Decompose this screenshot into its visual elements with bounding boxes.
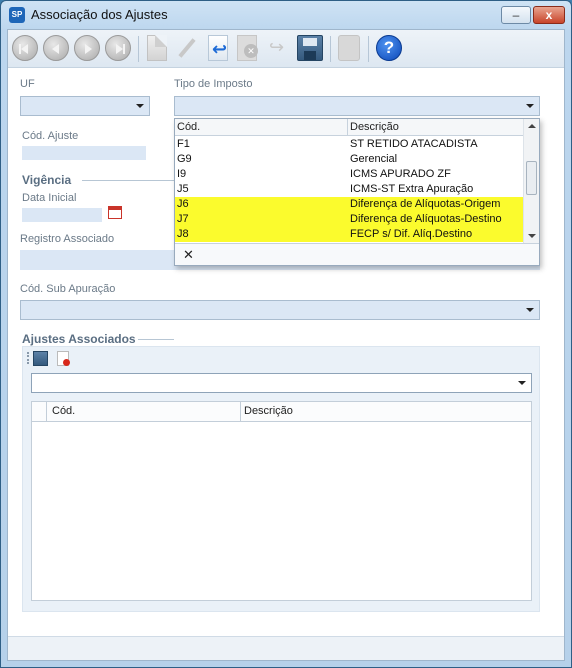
toolbar: ? [8,30,564,68]
uf-select[interactable] [20,96,150,116]
uf-label: UF [20,78,35,90]
chevron-down-icon [526,308,534,312]
dropdown-cell-descricao: Gerencial [350,153,398,165]
form-area: UF Tipo de Imposto Cód. Ajuste Vigência … [8,68,564,660]
dropdown-cell-cod: J5 [177,183,189,195]
status-bar [8,636,564,660]
chevron-down-icon [518,381,526,385]
dropdown-cell-descricao: FECP s/ Dif. Alíq.Destino [350,228,473,240]
dropdown-column-cod: Cód. [177,121,201,133]
dropdown-cell-descricao: ICMS-ST Extra Apuração [350,183,474,195]
client-area: ? UF Tipo de Imposto Cód. Ajuste Vigênci… [7,29,565,661]
app-icon: SP [9,7,25,23]
cod-sub-apuracao-select[interactable] [20,300,540,320]
dropdown-cell-descricao: ST RETIDO ATACADISTA [350,138,478,150]
dropdown-row[interactable]: J7 Diferença de Alíquotas-Destino [175,212,523,227]
first-record-icon[interactable] [12,35,38,61]
dropdown-row[interactable]: J5 ICMS-ST Extra Apuração [175,182,523,197]
toolbar-separator [138,36,139,62]
column-header-cod[interactable]: Cód. [52,405,75,417]
dropdown-column-descricao: Descrição [350,121,399,133]
chevron-down-icon [526,104,534,108]
window-title: Associação dos Ajustes [31,7,168,22]
previous-record-icon[interactable] [43,35,69,61]
ajustes-associados-section-title: Ajustes Associados [22,332,136,346]
close-button[interactable]: x [533,6,565,24]
toolbar-grip [27,352,29,364]
dropdown-row[interactable]: J6 Diferença de Alíquotas-Origem [175,197,523,212]
minimize-button[interactable]: – [501,6,531,24]
chevron-down-icon [136,104,144,108]
redo-icon[interactable] [265,35,291,61]
dropdown-cell-cod: I9 [177,168,187,180]
table-header: Cód. Descrição [32,402,531,422]
title-bar[interactable]: SP Associação dos Ajustes – x [1,1,571,29]
tipo-imposto-label: Tipo de Imposto [174,78,253,90]
vigencia-section-title: Vigência [22,173,72,187]
delete-icon[interactable] [237,35,258,61]
cod-ajuste-field[interactable] [22,146,146,160]
main-window: SP Associação dos Ajustes – x ? UF [0,0,572,668]
grid-filter-select[interactable] [31,373,532,393]
undo-icon[interactable] [208,35,228,61]
dropdown-cell-cod: J8 [177,228,189,240]
grid-toolbar [23,347,539,369]
dropdown-row[interactable]: I9 ICMS APURADO ZF [175,167,523,182]
data-inicial-label: Data Inicial [22,192,77,204]
column-divider [46,402,47,422]
dropdown-cell-cod: G9 [177,153,192,165]
tipo-imposto-select[interactable] [174,96,540,116]
dropdown-row[interactable]: J8 FECP s/ Dif. Alíq.Destino [175,227,523,242]
toolbar-separator [330,36,331,62]
dropdown-footer: ✕ [175,243,539,265]
grid-delete-icon[interactable] [57,351,70,366]
dropdown-cell-cod: F1 [177,138,190,150]
data-inicial-field[interactable] [22,208,102,222]
dropdown-cell-descricao: Diferença de Alíquotas-Destino [350,213,502,225]
dropdown-cell-descricao: Diferença de Alíquotas-Origem [350,198,501,210]
save-icon[interactable] [297,35,323,61]
dropdown-header: Cód. Descrição [175,119,523,136]
scroll-down-icon[interactable] [528,234,536,238]
dropdown-row[interactable]: F1 ST RETIDO ATACADISTA [175,137,523,152]
lock-icon[interactable] [338,35,360,61]
dropdown-scrollbar[interactable] [523,119,539,243]
tipo-imposto-dropdown[interactable]: Cód. Descrição F1 ST RETIDO ATACADISTA G9 G… [174,118,540,266]
dropdown-cell-cod: J6 [177,198,189,210]
dropdown-row[interactable]: G9 Gerencial [175,152,523,167]
clear-selection-icon[interactable]: ✕ [183,247,194,263]
dropdown-cell-cod: J7 [177,213,189,225]
section-divider [138,339,174,340]
registro-associado-label: Registro Associado [20,233,115,245]
column-header-descricao[interactable]: Descrição [244,405,293,417]
scroll-up-icon[interactable] [528,124,536,128]
grid-save-icon[interactable] [33,351,48,366]
next-record-icon[interactable] [74,35,100,61]
scroll-thumb[interactable] [526,161,537,195]
help-icon[interactable]: ? [376,35,402,61]
toolbar-separator [368,36,369,62]
new-document-icon[interactable] [147,35,167,61]
ajustes-table: Cód. Descrição [31,401,532,601]
column-divider [240,402,241,422]
edit-icon[interactable] [174,35,200,61]
section-divider [82,180,174,181]
calendar-icon[interactable] [108,206,122,219]
column-divider [347,119,348,136]
dropdown-list: F1 ST RETIDO ATACADISTA G9 Gerencial I9 ICMS … [175,137,523,243]
ajustes-grid-panel: Cód. Descrição [22,346,540,612]
cod-ajuste-label: Cód. Ajuste [22,130,79,142]
cod-sub-apuracao-label: Cód. Sub Apuração [20,283,116,295]
last-record-icon[interactable] [105,35,131,61]
dropdown-cell-descricao: ICMS APURADO ZF [350,168,451,180]
